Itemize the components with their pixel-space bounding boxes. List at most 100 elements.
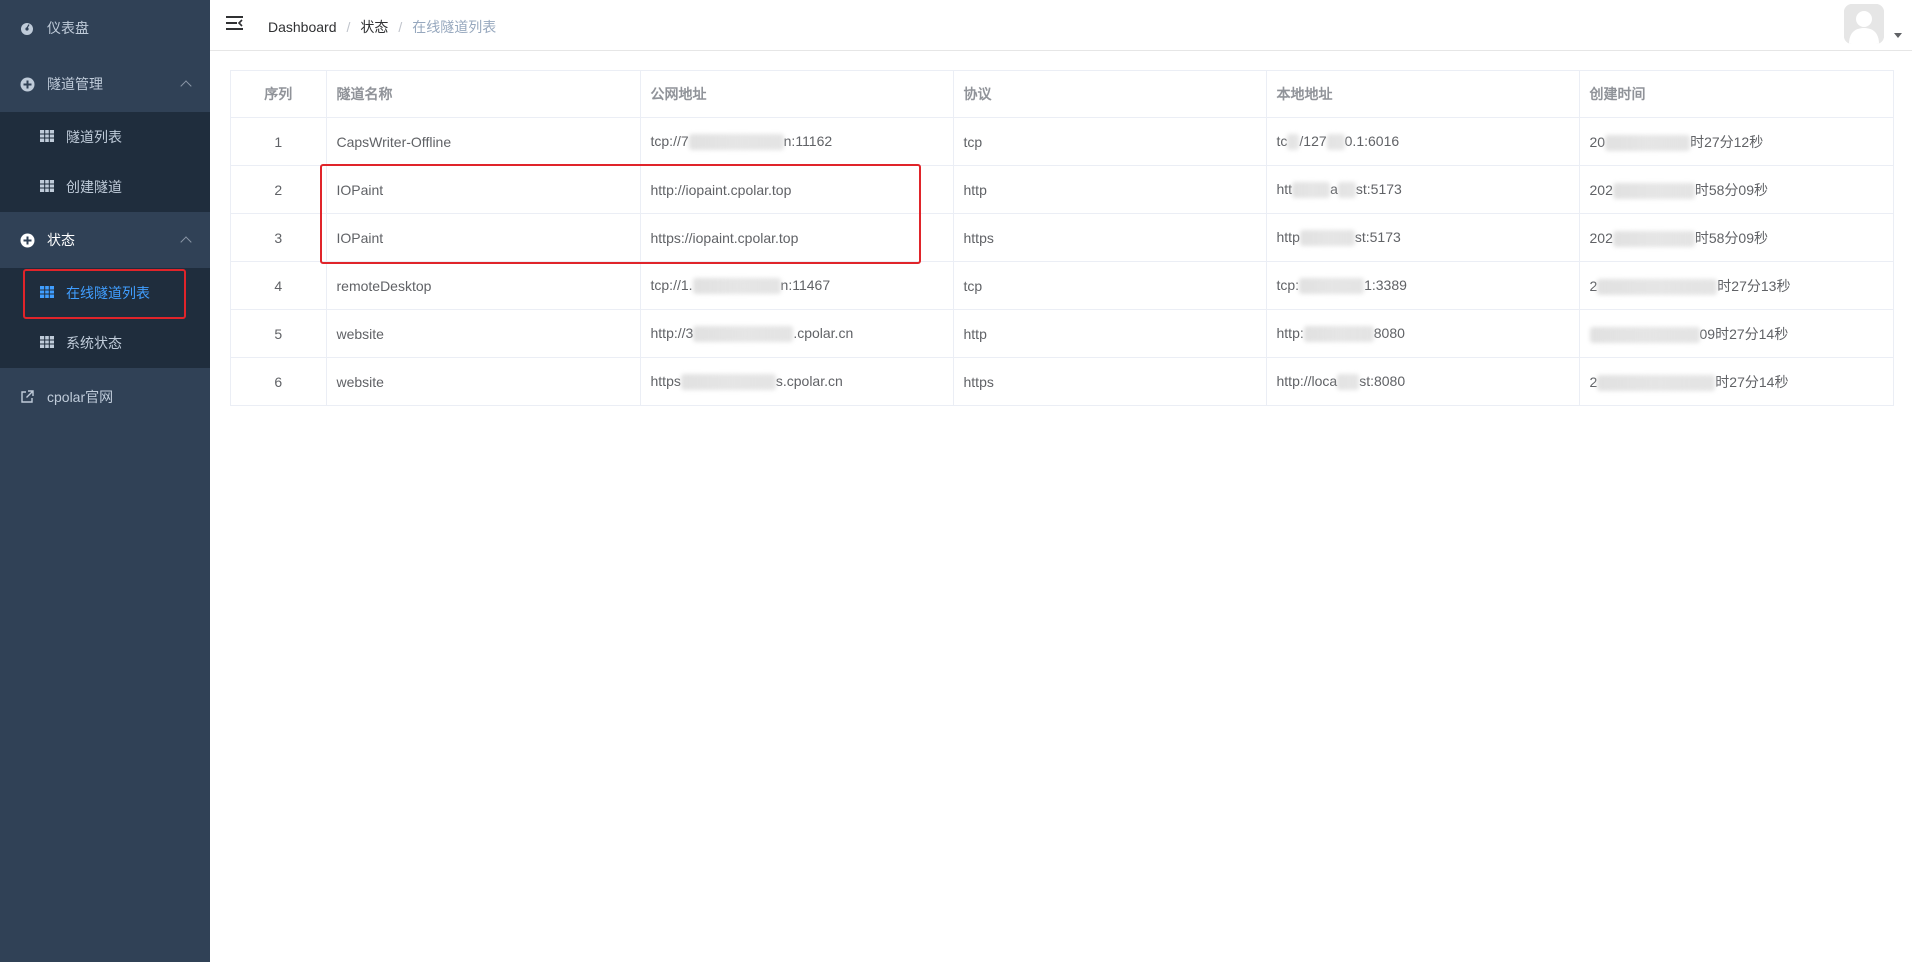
redaction-blur: [1299, 278, 1365, 295]
redaction-blur: [1589, 326, 1700, 343]
sidebar-item-cpolar-website[interactable]: cpolar官网: [0, 373, 210, 421]
redaction-blur: [1326, 134, 1345, 151]
column-header-index: 序列: [231, 71, 327, 118]
cell-protocol: https: [953, 213, 1267, 262]
dashboard-icon: [19, 20, 35, 36]
cell-text: http:: [1276, 324, 1304, 341]
online-tunnel-table: 序列 隧道名称 公网地址 协议 本地地址 创建时间 1 CapsWriter-O…: [230, 70, 1894, 406]
cell-text: 202: [1589, 181, 1613, 198]
cell-created-time: 202 时58分09秒: [1579, 165, 1893, 214]
cell-public-url: http://iopaint.cpolar.top: [640, 165, 954, 214]
sidebar-item-dashboard[interactable]: 仪表盘: [0, 4, 210, 52]
cell-local-address: htt a st:5173: [1266, 165, 1580, 214]
cell-created-time: 202 时58分09秒: [1579, 213, 1893, 262]
cell-created-time: 2 时27分14秒: [1579, 358, 1893, 406]
cell-public-url: https://iopaint.cpolar.top: [640, 213, 954, 262]
sidebar-item-label: 状态: [47, 232, 75, 248]
redaction-blur: [688, 134, 784, 151]
cell-protocol: tcp: [953, 261, 1267, 310]
cell-created-time: 20 时27分12秒: [1579, 117, 1893, 166]
cell-protocol: tcp: [953, 117, 1267, 166]
cell-text: htt: [1276, 180, 1293, 197]
redaction-blur: [1303, 326, 1374, 343]
cell-text: n:11467: [780, 276, 831, 293]
cell-text: 1:3389: [1364, 276, 1407, 293]
cell-text: tcp://7: [650, 132, 689, 149]
cell-text: 时58分09秒: [1694, 181, 1769, 198]
table-row: 5 website http://3 .cpolar.cn http http: 8…: [231, 309, 1893, 358]
chevron-up-icon: [180, 236, 192, 248]
cell-text: st:5173: [1355, 180, 1402, 197]
cell-text: tcp://1.: [650, 276, 693, 293]
cell-public-url: https s.cpolar.cn: [640, 357, 954, 405]
cell-protocol: http: [953, 309, 1267, 358]
cell-text: 20: [1589, 133, 1606, 150]
cell-name: CapsWriter-Offline: [326, 117, 641, 166]
sidebar-item-system-status[interactable]: 系统状态: [0, 318, 210, 368]
sidebar-item-label: cpolar官网: [47, 389, 114, 405]
table-icon: [40, 336, 54, 350]
table-row: 2 IOPaint http://iopaint.cpolar.top http…: [231, 165, 1893, 214]
cell-text: 时58分09秒: [1694, 229, 1769, 246]
table-row: 4 remoteDesktop tcp://1. n:11467 tcp tcp:…: [231, 261, 1893, 310]
redaction-blur: [1299, 230, 1355, 247]
cell-public-url: tcp://1. n:11467: [640, 261, 954, 310]
avatar[interactable]: [1844, 4, 1884, 44]
sidebar-item-label: 隧道列表: [66, 129, 122, 145]
breadcrumb-current: 在线隧道列表: [412, 19, 497, 35]
table-icon: [40, 180, 54, 194]
sidebar: 仪表盘 隧道管理 隧道列表 创建隧道 状态 在线隧道列表 系统状态 cpolar…: [0, 0, 210, 962]
cell-text: s.cpolar.cn: [775, 372, 843, 389]
cell-text: .cpolar.cn: [793, 324, 854, 341]
column-header-name: 隧道名称: [326, 71, 641, 118]
caret-down-icon[interactable]: [1894, 33, 1902, 38]
sidebar-item-create-tunnel[interactable]: 创建隧道: [0, 162, 210, 212]
column-header-protocol: 协议: [953, 71, 1267, 118]
column-header-public-url: 公网地址: [640, 71, 954, 118]
cell-text: 09时27分14秒: [1699, 325, 1789, 342]
breadcrumb-separator: /: [398, 19, 403, 35]
navbar: Dashboard / 状态 / 在线隧道列表: [210, 0, 1912, 51]
redaction-blur: [1292, 182, 1331, 199]
cell-index: 2: [231, 165, 327, 214]
sidebar-item-online-tunnels[interactable]: 在线隧道列表: [0, 268, 210, 318]
cell-text: 8080: [1373, 324, 1405, 341]
column-header-created-time: 创建时间: [1579, 71, 1893, 118]
cell-text: https://iopaint.cpolar.top: [650, 229, 799, 246]
cell-text: 时27分14秒: [1715, 373, 1789, 390]
cell-name: IOPaint: [326, 165, 641, 214]
cell-text: 时27分13秒: [1717, 277, 1791, 294]
cell-protocol: http: [953, 165, 1267, 214]
sidebar-item-status[interactable]: 状态: [0, 216, 210, 264]
cell-text: a: [1330, 180, 1338, 197]
cell-text: 0.1:6016: [1344, 132, 1400, 149]
hamburger-icon[interactable]: [226, 16, 243, 30]
cell-index: 3: [231, 213, 327, 262]
cell-text: 202: [1589, 229, 1613, 246]
breadcrumb-status[interactable]: 状态: [360, 17, 388, 37]
redaction-blur: [1337, 182, 1356, 199]
sidebar-item-tunnel-management[interactable]: 隧道管理: [0, 60, 210, 108]
cell-name: website: [326, 357, 641, 405]
sidebar-item-tunnel-list[interactable]: 隧道列表: [0, 112, 210, 162]
plus-circle-icon: [19, 232, 35, 248]
redaction-blur: [1605, 134, 1691, 151]
cell-index: 6: [231, 357, 327, 405]
breadcrumb-separator: /: [346, 19, 351, 35]
cell-local-address: http st:5173: [1266, 213, 1580, 262]
plus-circle-icon: [19, 76, 35, 92]
cell-name: IOPaint: [326, 213, 641, 262]
redaction-blur: [680, 374, 776, 391]
cell-created-time: 09时27分14秒: [1579, 309, 1893, 358]
cell-index: 1: [231, 117, 327, 166]
cell-name: website: [326, 309, 641, 358]
cell-local-address: tcp: 1:3389: [1266, 261, 1580, 310]
cell-text: http://3: [650, 324, 694, 341]
breadcrumb-dashboard[interactable]: Dashboard: [268, 19, 337, 35]
user-avatar-icon: [1844, 4, 1884, 44]
sidebar-item-label: 系统状态: [66, 335, 122, 351]
cell-text: 2: [1589, 373, 1598, 390]
cell-text: https: [650, 372, 681, 389]
cell-public-url: tcp://7 n:11162: [640, 117, 954, 166]
cell-text: http://iopaint.cpolar.top: [650, 181, 792, 198]
